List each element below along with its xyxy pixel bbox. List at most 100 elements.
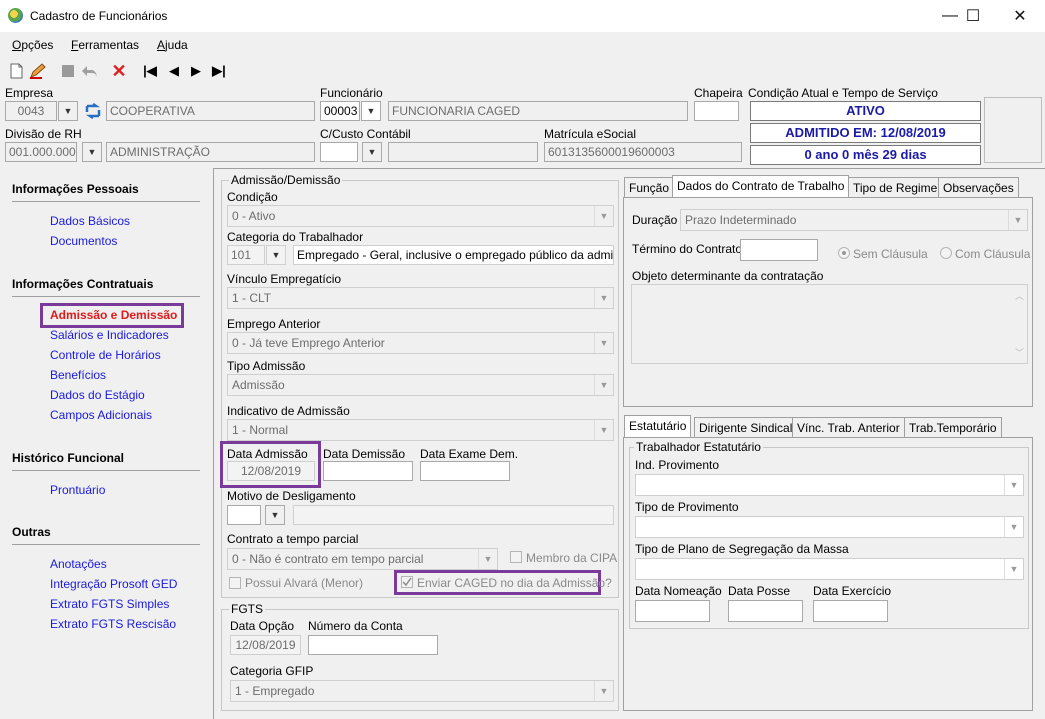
tab-observacoes[interactable]: Observações bbox=[938, 177, 1019, 197]
tab-vinc-trab-anterior[interactable]: Vínc. Trab. Anterior bbox=[792, 417, 905, 437]
caged-checkbox[interactable] bbox=[401, 576, 413, 591]
objeto-textarea[interactable]: ︿ ﹀ bbox=[631, 284, 1028, 364]
tab-funcao[interactable]: Função bbox=[624, 177, 675, 197]
tab-dirigente-sindical[interactable]: Dirigente Sindical bbox=[694, 417, 798, 437]
condicao-select[interactable]: 0 - Ativo ▼ bbox=[227, 205, 614, 227]
admissao-group-title: Admissão/Demissão bbox=[229, 173, 343, 187]
data-exercicio-field[interactable] bbox=[813, 600, 888, 622]
tipo-provimento-label: Tipo de Provimento bbox=[635, 500, 739, 514]
tipo-provimento-select[interactable]: ▼ bbox=[635, 516, 1024, 538]
sidebar-item-fgts-simples[interactable]: Extrato FGTS Simples bbox=[50, 597, 169, 611]
sem-clausula-radio[interactable] bbox=[838, 247, 850, 262]
chapeira-label: Chapeira bbox=[694, 86, 743, 100]
maximize-button[interactable]: ☐ bbox=[950, 0, 996, 32]
delete-icon[interactable]: ✕ bbox=[109, 61, 129, 81]
numero-conta-field[interactable] bbox=[308, 635, 438, 655]
funcionario-dropdown-button[interactable]: ▼ bbox=[361, 101, 381, 121]
indicativo-select[interactable]: 1 - Normal ▼ bbox=[227, 419, 614, 441]
tab-estatutario[interactable]: Estatutário bbox=[624, 415, 692, 437]
termino-field[interactable] bbox=[740, 239, 818, 261]
categoria-code-field[interactable]: 101 bbox=[227, 245, 265, 265]
last-record-icon[interactable]: ▶| bbox=[209, 62, 229, 80]
menu-ajuda[interactable]: Ajuda bbox=[157, 38, 188, 52]
sidebar-item-prontuario[interactable]: Prontuário bbox=[50, 483, 105, 497]
com-clausula-radio[interactable] bbox=[940, 247, 952, 262]
chevron-down-icon: ▼ bbox=[1004, 559, 1023, 579]
sidebar-item-estagio[interactable]: Dados do Estágio bbox=[50, 388, 145, 402]
divisao-code-field[interactable]: 001.000.000 bbox=[5, 142, 77, 162]
data-exame-field[interactable] bbox=[420, 461, 510, 481]
motivo-code-field[interactable] bbox=[227, 505, 261, 525]
duracao-select[interactable]: Prazo Indeterminado ▼ bbox=[680, 209, 1028, 231]
funcionario-name-field: FUNCIONARIA CAGED bbox=[388, 101, 688, 121]
status-badge: ATIVO bbox=[750, 101, 981, 121]
data-posse-label: Data Posse bbox=[728, 584, 791, 598]
data-posse-field[interactable] bbox=[728, 600, 803, 622]
regime-tabs: Estatutário Dirigente Sindical Vínc. Tra… bbox=[622, 415, 1032, 439]
sidebar-item-horarios[interactable]: Controle de Horários bbox=[50, 348, 161, 362]
motivo-dropdown-button[interactable]: ▼ bbox=[265, 505, 285, 525]
undo-icon[interactable] bbox=[80, 62, 100, 80]
sem-clausula-label: Sem Cláusula bbox=[853, 247, 928, 261]
sidebar-item-documentos[interactable]: Documentos bbox=[50, 234, 117, 248]
data-admissao-field[interactable]: 12/08/2019 bbox=[227, 461, 315, 481]
service-time-badge: 0 ano 0 mês 29 dias bbox=[750, 145, 981, 165]
custo-field[interactable] bbox=[320, 142, 358, 162]
matricula-label: Matrícula eSocial bbox=[544, 127, 637, 141]
contrato-parcial-select[interactable]: 0 - Não é contrato em tempo parcial ▼ bbox=[227, 548, 498, 570]
plano-segregacao-select[interactable]: ▼ bbox=[635, 558, 1024, 580]
tipo-admissao-select[interactable]: Admissão ▼ bbox=[227, 374, 614, 396]
custo-dropdown-button[interactable]: ▼ bbox=[362, 142, 382, 162]
objeto-label: Objeto determinante da contratação bbox=[632, 269, 824, 283]
tab-dados-contrato[interactable]: Dados do Contrato de Trabalho bbox=[672, 175, 850, 197]
menu-ferramentas[interactable]: Ferramentas bbox=[71, 38, 139, 52]
refresh-icon[interactable] bbox=[82, 101, 104, 121]
funcionario-code-field[interactable]: 00003 bbox=[320, 101, 360, 121]
sidebar-item-fgts-rescisao[interactable]: Extrato FGTS Rescisão bbox=[50, 617, 176, 631]
menu-opcoes[interactable]: Opções bbox=[12, 38, 53, 52]
cipa-label: Membro da CIPA bbox=[526, 551, 618, 565]
close-button[interactable]: ✕ bbox=[997, 0, 1043, 32]
alvara-checkbox[interactable] bbox=[229, 577, 241, 592]
com-clausula-label: Com Cláusula bbox=[955, 247, 1031, 261]
sidebar-item-anotacoes[interactable]: Anotações bbox=[50, 557, 107, 571]
sidebar-item-beneficios[interactable]: Benefícios bbox=[50, 368, 106, 382]
vinculo-label: Vínculo Empregatício bbox=[227, 272, 342, 286]
cipa-checkbox[interactable] bbox=[510, 551, 522, 566]
scroll-up-icon[interactable]: ︿ bbox=[1015, 289, 1024, 302]
chapeira-field[interactable] bbox=[694, 101, 739, 121]
sidebar-item-prosoft-ged[interactable]: Integração Prosoft GED bbox=[50, 577, 177, 591]
fgts-group-title: FGTS bbox=[229, 602, 265, 616]
previous-record-icon[interactable]: ◀ bbox=[164, 62, 184, 80]
categoria-dropdown-button[interactable]: ▼ bbox=[266, 245, 286, 265]
data-nomeacao-field[interactable] bbox=[635, 600, 710, 622]
first-record-icon[interactable]: |◀ bbox=[140, 62, 160, 80]
chevron-down-icon: ▼ bbox=[594, 681, 613, 701]
next-record-icon[interactable]: ▶ bbox=[186, 62, 206, 80]
ind-provimento-select[interactable]: ▼ bbox=[635, 474, 1024, 496]
divisao-dropdown-button[interactable]: ▼ bbox=[82, 142, 102, 162]
tab-trab-temporario[interactable]: Trab.Temporário bbox=[904, 417, 1002, 437]
sidebar-item-admissao-demissao[interactable]: Admissão e Demissão bbox=[50, 308, 177, 322]
vinculo-select[interactable]: 1 - CLT ▼ bbox=[227, 287, 614, 309]
categoria-label: Categoria do Trabalhador bbox=[227, 230, 364, 244]
empresa-code-field[interactable]: 0043 bbox=[5, 101, 57, 121]
chevron-down-icon: ▼ bbox=[594, 206, 613, 226]
save-icon[interactable] bbox=[58, 62, 78, 80]
categoria-gfip-select[interactable]: 1 - Empregado ▼ bbox=[230, 680, 614, 702]
data-demissao-field[interactable] bbox=[323, 461, 413, 481]
emprego-anterior-select[interactable]: 0 - Já teve Emprego Anterior ▼ bbox=[227, 332, 614, 354]
sidebar-item-campos-adicionais[interactable]: Campos Adicionais bbox=[50, 408, 152, 422]
emprego-anterior-label: Emprego Anterior bbox=[227, 317, 321, 331]
photo-box[interactable] bbox=[984, 97, 1042, 163]
sidebar-item-salarios[interactable]: Salários e Indicadores bbox=[50, 328, 169, 342]
sidebar-item-dados-basicos[interactable]: Dados Básicos bbox=[50, 214, 130, 228]
tab-tipo-regime[interactable]: Tipo de Regime bbox=[848, 177, 943, 197]
edit-icon[interactable] bbox=[28, 62, 48, 80]
scroll-down-icon[interactable]: ﹀ bbox=[1015, 346, 1024, 359]
matricula-field: 6013135600019600003 bbox=[544, 142, 742, 162]
section-outras: Outras bbox=[12, 525, 51, 539]
empresa-dropdown-button[interactable]: ▼ bbox=[58, 101, 78, 121]
data-opcao-field[interactable]: 12/08/2019 bbox=[230, 635, 301, 655]
new-icon[interactable] bbox=[6, 62, 26, 80]
